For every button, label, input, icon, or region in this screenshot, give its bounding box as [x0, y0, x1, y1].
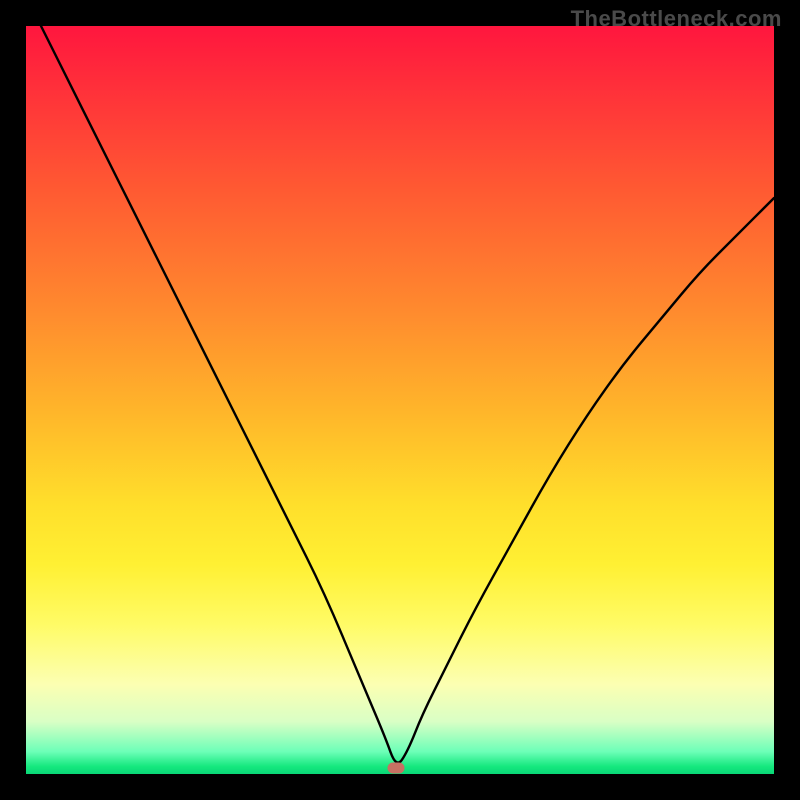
watermark-text: TheBottleneck.com — [571, 6, 782, 32]
plot-area — [26, 26, 774, 774]
curve-svg — [26, 26, 774, 774]
curve-path — [41, 26, 774, 763]
min-marker — [388, 763, 405, 774]
chart-frame: TheBottleneck.com — [0, 0, 800, 800]
